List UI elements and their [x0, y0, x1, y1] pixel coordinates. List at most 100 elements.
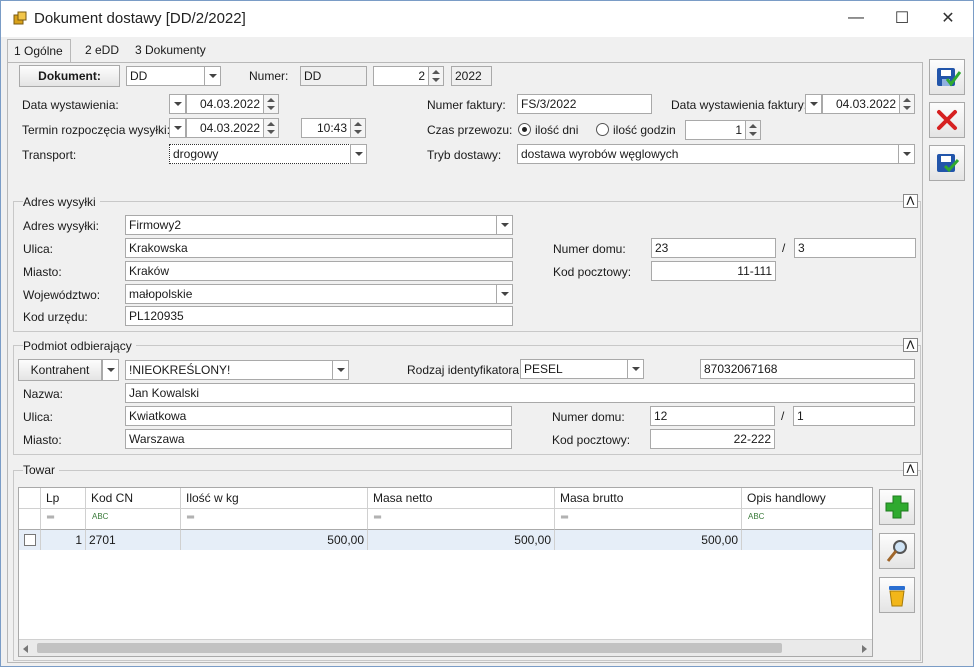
numer-value-field[interactable]: 2: [373, 66, 429, 86]
numer-faktury-field[interactable]: FS/3/2022: [517, 94, 652, 114]
adres-ulica-field[interactable]: Krakowska: [125, 238, 513, 258]
table-header-opis[interactable]: Opis handlowy: [742, 488, 872, 509]
kontrahent-select[interactable]: !NIEOKREŚLONY!: [125, 360, 333, 380]
chevron-down-icon[interactable]: [496, 284, 513, 304]
chevron-down-icon[interactable]: [332, 360, 349, 380]
chevron-down-icon[interactable]: [898, 144, 915, 164]
table-header-masa-netto[interactable]: Masa netto: [368, 488, 555, 509]
data-wystawienia-label: Data wystawienia:: [22, 98, 119, 112]
collapse-podmiot-icon[interactable]: ⋀: [903, 338, 918, 352]
wojewodztwo-select[interactable]: małopolskie: [125, 284, 498, 304]
table-header-masa-brutto[interactable]: Masa brutto: [555, 488, 742, 509]
adres-wysylki-select[interactable]: Firmowy2: [125, 215, 498, 235]
close-icon: [937, 110, 957, 130]
collapse-towar-icon[interactable]: ⋀: [903, 462, 918, 476]
data-wystawienia-field[interactable]: 04.03.2022: [186, 94, 264, 114]
tryb-dostawy-select[interactable]: dostawa wyrobów węglowych: [517, 144, 899, 164]
numer-label: Numer:: [249, 69, 289, 83]
adres-numer-domu-field[interactable]: 23: [651, 238, 776, 258]
czas-przewozu-stepper[interactable]: [745, 120, 761, 140]
close-window-button[interactable]: ✕: [925, 1, 971, 35]
adres-numer-lokalu-field[interactable]: 3: [794, 238, 916, 258]
tab-dokumenty[interactable]: 3 Dokumenty: [129, 39, 212, 62]
row-checkbox-cell[interactable]: [19, 530, 41, 550]
podmiot-numer-domu-field[interactable]: 12: [650, 406, 775, 426]
chevron-down-icon[interactable]: [102, 359, 119, 381]
minimize-button[interactable]: —: [833, 1, 879, 35]
calendar-dropdown-icon[interactable]: [805, 94, 822, 114]
table-header-select: [19, 488, 41, 509]
save-new-button[interactable]: [929, 145, 965, 181]
kod-urzedu-field[interactable]: PL120935: [125, 306, 513, 326]
data-faktury-stepper[interactable]: [899, 94, 915, 114]
dokument-button[interactable]: Dokument:: [19, 65, 120, 87]
delete-item-button[interactable]: [879, 577, 915, 613]
app-icon: [13, 11, 27, 25]
numer-faktury-label: Numer faktury:: [427, 98, 506, 112]
trash-icon: [889, 586, 905, 607]
cell-masa-brutto: 500,00: [555, 530, 742, 550]
scroll-left-icon[interactable]: [23, 645, 28, 653]
adres-kod-pocztowy-field[interactable]: 11-111: [651, 261, 776, 281]
podmiot-ulica-field[interactable]: Kwiatkowa: [125, 406, 512, 426]
horizontal-scrollbar[interactable]: [19, 639, 872, 656]
chevron-down-icon[interactable]: [496, 215, 513, 235]
wojewodztwo-label: Województwo:: [23, 288, 101, 302]
add-item-button[interactable]: [879, 489, 915, 525]
rodzaj-identyfikatora-select[interactable]: PESEL: [520, 359, 628, 379]
podmiot-kod-pocztowy-label: Kod pocztowy:: [552, 433, 631, 447]
save-button[interactable]: [929, 59, 965, 95]
calendar-dropdown-icon[interactable]: [169, 118, 186, 138]
transport-select[interactable]: drogowy: [169, 144, 351, 164]
row-checkbox[interactable]: [24, 534, 36, 546]
calendar-dropdown-icon[interactable]: [169, 94, 186, 114]
termin-date-stepper[interactable]: [263, 118, 279, 138]
cancel-button[interactable]: [929, 102, 965, 138]
collapse-adres-icon[interactable]: ⋀: [903, 194, 918, 208]
podmiot-miasto-field[interactable]: Warszawa: [125, 429, 512, 449]
chevron-down-icon[interactable]: [627, 359, 644, 379]
save-icon: [937, 68, 961, 87]
maximize-button[interactable]: ☐: [879, 1, 925, 35]
filter-eq-icon[interactable]: ═: [41, 509, 86, 530]
radio-ilosc-godzin[interactable]: [596, 123, 609, 136]
scroll-right-icon[interactable]: [862, 645, 867, 653]
numer-stepper[interactable]: [428, 66, 444, 86]
table-header-ilosc[interactable]: Ilość w kg: [181, 488, 368, 509]
cell-kod-cn: 2701: [86, 530, 181, 550]
nazwa-label: Nazwa:: [23, 387, 64, 401]
filter-eq-icon[interactable]: ═: [555, 509, 742, 530]
chevron-down-icon[interactable]: [350, 144, 367, 164]
termin-time-stepper[interactable]: [350, 118, 366, 138]
adres-miasto-field[interactable]: Kraków: [125, 261, 513, 281]
filter-eq-icon[interactable]: ═: [181, 509, 368, 530]
data-wystawienia-stepper[interactable]: [263, 94, 279, 114]
view-item-button[interactable]: [879, 533, 915, 569]
scrollbar-thumb[interactable]: [37, 643, 782, 653]
filter-abc-icon[interactable]: ABC: [742, 509, 872, 530]
podmiot-kod-pocztowy-field[interactable]: 22-222: [650, 429, 775, 449]
filter-abc-icon[interactable]: ABC: [86, 509, 181, 530]
chevron-down-icon[interactable]: [204, 66, 221, 86]
table-header-lp[interactable]: Lp: [41, 488, 86, 509]
kontrahent-type-button[interactable]: Kontrahent: [18, 359, 102, 381]
tab-ogolne[interactable]: 1 Ogólne: [7, 39, 71, 63]
nazwa-field[interactable]: Jan Kowalski: [125, 383, 915, 403]
radio-ilosc-dni[interactable]: [518, 123, 531, 136]
termin-date-field[interactable]: 04.03.2022: [186, 118, 264, 138]
adres-slash: /: [782, 241, 786, 255]
czas-przewozu-field[interactable]: 1: [685, 120, 746, 140]
plus-icon: [885, 495, 909, 519]
identyfikator-field[interactable]: 87032067168: [700, 359, 915, 379]
table-header-kod-cn[interactable]: Kod CN: [86, 488, 181, 509]
title-bar: Dokument dostawy [DD/2/2022] — ☐ ✕: [1, 1, 973, 37]
towar-section-title: Towar: [23, 463, 60, 477]
tab-edd[interactable]: 2 eDD: [79, 39, 125, 62]
dokument-type-select[interactable]: DD: [126, 66, 206, 86]
rodzaj-identyfikatora-label: Rodzaj identyfikatora:: [407, 363, 523, 377]
podmiot-numer-lokalu-field[interactable]: 1: [793, 406, 915, 426]
filter-eq-icon[interactable]: ═: [368, 509, 555, 530]
termin-time-field[interactable]: 10:43: [301, 118, 351, 138]
numer-year-field: 2022: [451, 66, 492, 86]
data-faktury-field[interactable]: 04.03.2022: [822, 94, 900, 114]
